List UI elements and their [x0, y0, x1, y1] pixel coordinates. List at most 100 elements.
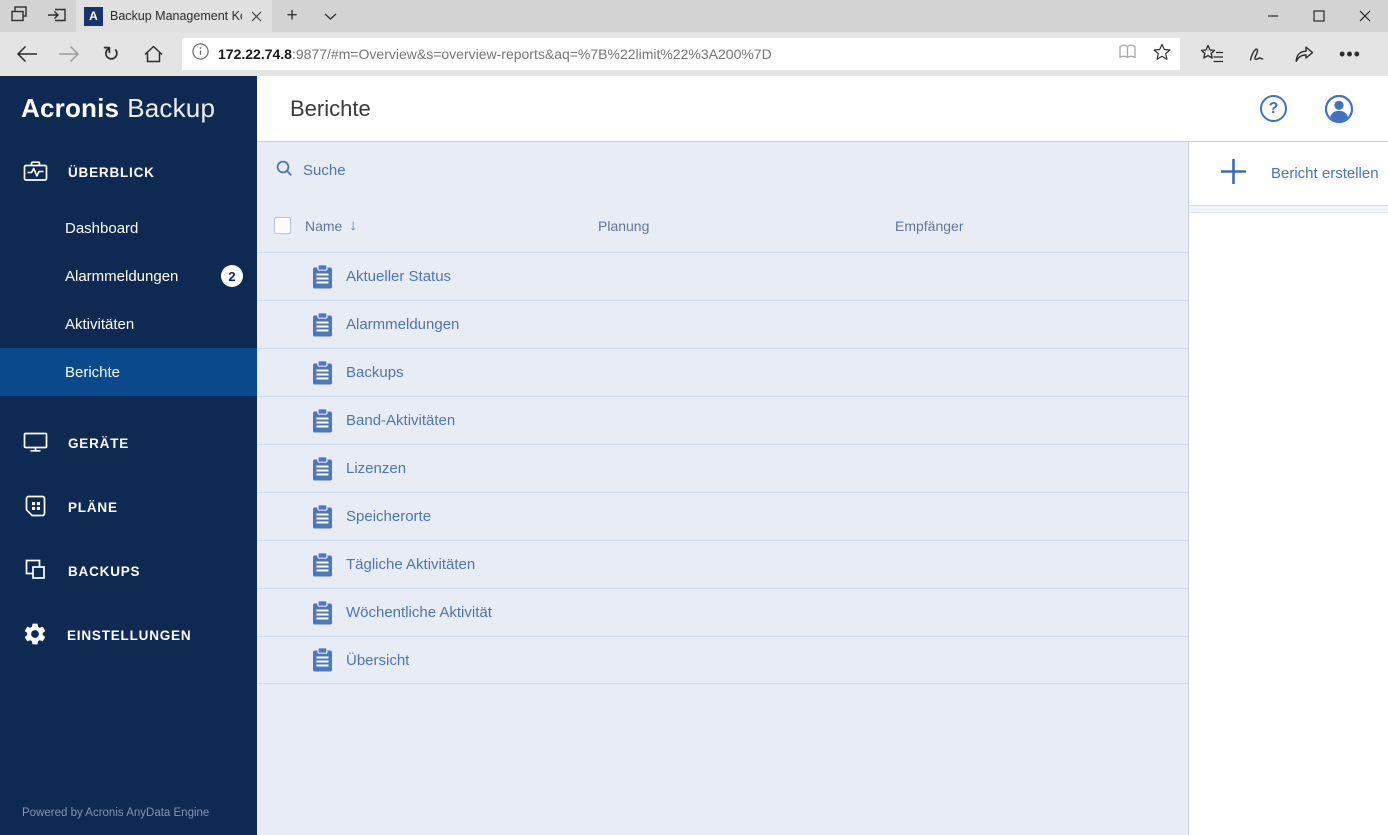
page-header: Berichte ?: [257, 76, 1388, 142]
set-tabs-aside-icon: [46, 4, 68, 29]
table-row[interactable]: Alarmmeldungen: [257, 300, 1188, 348]
new-tab-button[interactable]: +: [272, 0, 312, 32]
table-row[interactable]: Backups: [257, 348, 1188, 396]
favorites-hub-button[interactable]: [1192, 35, 1232, 73]
table-row[interactable]: Lizenzen: [257, 444, 1188, 492]
sidebar-item-label: Alarmmeldungen: [65, 267, 179, 285]
refresh-button[interactable]: ↻: [90, 35, 132, 73]
set-tabs-aside-button[interactable]: [38, 0, 76, 32]
overview-icon: [22, 158, 49, 187]
report-name: Alarmmeldungen: [346, 316, 460, 333]
backups-icon: [22, 557, 49, 586]
window-minimize-button[interactable]: [1250, 0, 1296, 32]
share-button[interactable]: [1284, 35, 1324, 73]
browser-tab-active[interactable]: A Backup Management Ko: [76, 0, 272, 32]
workspace: Suche Name ↓ Planung Empfänger Aktueller…: [257, 142, 1388, 835]
sidebar-section-backups[interactable]: BACKUPS: [0, 539, 257, 603]
report-clipboard-icon: [312, 359, 333, 386]
report-name: Wöchentliche Aktivität: [346, 604, 492, 621]
sidebar-section-plaene[interactable]: PLÄNE: [0, 475, 257, 539]
report-name: Übersicht: [346, 651, 410, 669]
search-input[interactable]: Suche: [257, 142, 1188, 199]
report-name: Speicherorte: [346, 508, 432, 525]
tab-preview-icon: [9, 4, 29, 29]
account-person-icon: [1324, 94, 1354, 123]
search-placeholder: Suche: [303, 162, 346, 179]
sidebar-section-geraete[interactable]: GERÄTE: [0, 411, 257, 475]
sidebar-item-label: Berichte: [65, 363, 121, 381]
logo-product: Backup: [127, 92, 216, 123]
favorite-star-icon[interactable]: [1152, 42, 1172, 67]
powered-by-text: Powered by Acronis AnyData Engine: [22, 807, 210, 819]
window-maximize-button[interactable]: [1296, 0, 1342, 32]
logo-brand: Acronis: [21, 92, 120, 123]
table-row[interactable]: Aktueller Status: [257, 252, 1188, 300]
column-label: Name: [305, 217, 343, 234]
more-options-button[interactable]: •••: [1330, 35, 1370, 73]
titlebar-drag-area: [348, 0, 1250, 32]
sidebar-item-label: Aktivitäten: [65, 315, 135, 333]
home-button[interactable]: [132, 35, 174, 73]
sort-desc-icon: ↓: [349, 217, 357, 234]
address-bar[interactable]: 172.22.74.8:9877/#m=Overview&s=overview-…: [182, 38, 1180, 70]
sidebar-item-berichte[interactable]: Berichte: [0, 348, 257, 396]
tab-preview-button[interactable]: [0, 0, 38, 32]
sidebar-item-aktivitaeten[interactable]: Aktivitäten: [0, 300, 257, 348]
create-report-button[interactable]: Bericht erstellen: [1189, 142, 1388, 206]
sidebar-section-label: ÜBERBLICK: [68, 164, 155, 180]
window-close-button[interactable]: [1342, 0, 1388, 32]
column-header-empfaenger[interactable]: Empfänger: [895, 218, 963, 234]
account-button[interactable]: [1324, 94, 1354, 124]
sidebar-section-einstellungen[interactable]: EINSTELLUNGEN: [0, 603, 257, 667]
devices-icon: [22, 429, 49, 458]
page-title: Berichte: [290, 95, 371, 121]
report-clipboard-icon: [312, 503, 333, 530]
gear-icon: [22, 621, 48, 650]
tab-close-icon[interactable]: [249, 9, 264, 24]
acronis-favicon-icon: A: [84, 6, 103, 26]
table-row[interactable]: Übersicht: [257, 636, 1188, 684]
forward-button[interactable]: [48, 35, 90, 73]
web-note-pen-button[interactable]: [1238, 35, 1278, 73]
report-clipboard-icon: [312, 551, 333, 578]
site-info-icon[interactable]: [192, 43, 209, 65]
url-host: 172.22.74.8: [218, 46, 292, 62]
browser-navbar: ↻ 172.22.74.8:9877/#m=Overview&s=overvie…: [0, 32, 1388, 76]
select-all-checkbox[interactable]: [274, 217, 291, 234]
alerts-count-badge: 2: [221, 265, 243, 287]
column-header-name[interactable]: Name ↓: [305, 217, 357, 234]
sidebar-section-label: GERÄTE: [68, 435, 130, 451]
help-button[interactable]: ?: [1260, 95, 1287, 122]
sidebar-item-dashboard[interactable]: Dashboard: [0, 204, 257, 252]
column-header-planung[interactable]: Planung: [598, 218, 649, 234]
sidebar-item-alarmmeldungen[interactable]: Alarmmeldungen 2: [0, 252, 257, 300]
report-clipboard-icon: [312, 407, 333, 434]
tab-list-chevron-icon[interactable]: [312, 0, 348, 32]
url-text[interactable]: 172.22.74.8:9877/#m=Overview&s=overview-…: [218, 46, 1109, 62]
table-row[interactable]: Tägliche Aktivitäten: [257, 540, 1188, 588]
table-row[interactable]: Band-Aktivitäten: [257, 396, 1188, 444]
reports-list-area: Suche Name ↓ Planung Empfänger Aktueller…: [257, 142, 1188, 835]
search-icon: [276, 160, 293, 182]
plus-icon: [1218, 156, 1249, 192]
plans-icon: [22, 493, 49, 522]
report-name: Tägliche Aktivitäten: [346, 556, 476, 573]
report-clipboard-icon: [312, 311, 333, 338]
sidebar-section-label: EINSTELLUNGEN: [67, 627, 192, 643]
tab-title: Backup Management Ko: [110, 9, 242, 23]
sidebar-item-label: Dashboard: [65, 219, 139, 237]
navbar-right-buttons: •••: [1192, 35, 1370, 73]
table-row[interactable]: Speicherorte: [257, 492, 1188, 540]
report-name: Lizenzen: [346, 460, 407, 477]
url-path: :9877/#m=Overview&s=overview-reports&aq=…: [291, 46, 772, 62]
table-header-row: Name ↓ Planung Empfänger: [257, 199, 1188, 252]
sidebar-section-ueberblick[interactable]: ÜBERBLICK: [0, 140, 257, 204]
report-clipboard-icon: [312, 263, 333, 290]
more-options-icon: •••: [1339, 43, 1361, 64]
back-button[interactable]: [6, 35, 48, 73]
panel-divider: [1189, 206, 1388, 213]
table-row[interactable]: Wöchentliche Aktivität: [257, 588, 1188, 636]
report-name: Backups: [346, 364, 404, 381]
reading-view-icon[interactable]: [1117, 43, 1138, 66]
